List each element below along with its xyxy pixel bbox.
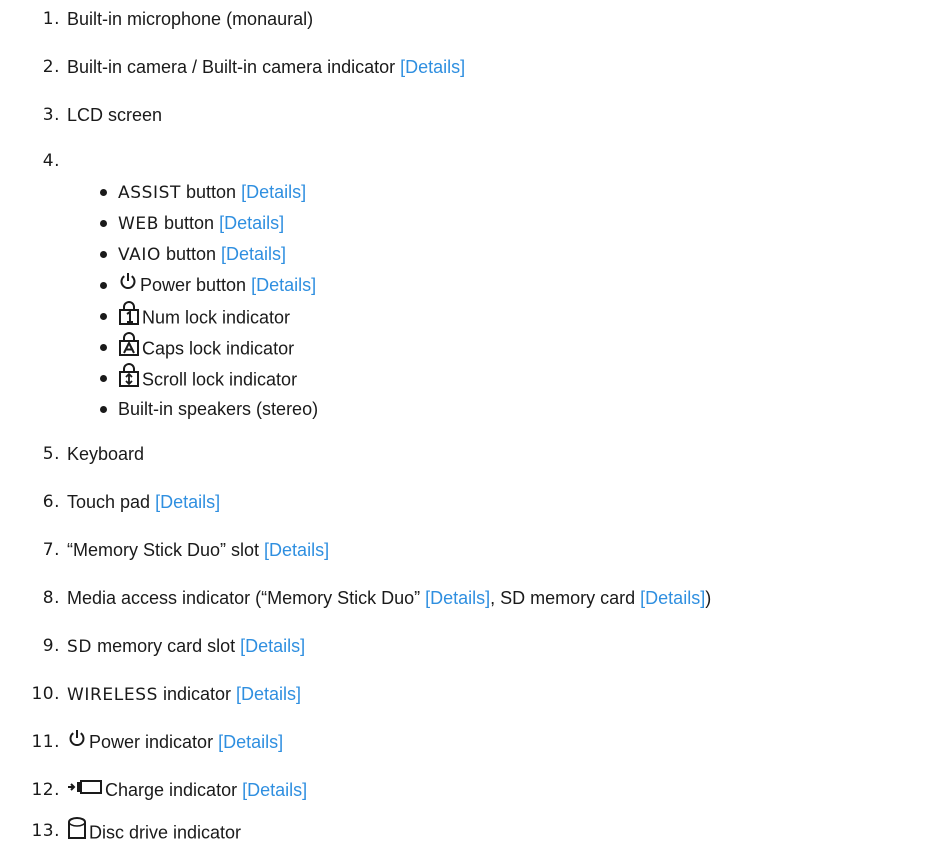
details-link[interactable]: [Details] [264,540,329,560]
details-link[interactable]: [Details] [241,182,306,202]
item-text: Built-in camera / Built-in camera indica… [67,57,401,77]
details-link[interactable]: [Details] [425,588,490,608]
list-item: 13. Disc drive indicator [0,816,951,847]
item-number: 4. [42,151,60,171]
bullet [100,251,107,258]
item-text: Num lock indicator [142,307,291,328]
details-link[interactable]: [Details] [218,732,283,752]
num-lock-icon [118,301,140,332]
item-text: Keyboard [67,444,145,464]
item-text: “Memory Stick Duo” slot [67,540,265,560]
bullet [100,375,107,382]
item-number: 8. [42,588,60,608]
button-name: VAIO [118,245,161,265]
item-text: WIRELESS [67,685,158,705]
item-number: 7. [42,540,60,560]
item-text: button [159,213,220,233]
item-number: 2. [42,57,60,77]
item-number: 5. [42,444,60,464]
item-number: 13. [31,821,60,841]
sub-list-item: WEB button [Details] [0,210,951,236]
details-link[interactable]: [Details] [640,588,705,608]
power-icon [67,728,87,755]
bullet [100,189,107,196]
item-text: SD [67,637,93,657]
bullet [100,282,107,289]
item-text: , SD memory card [490,588,641,608]
power-icon [118,271,138,298]
list-item: 10. WIRELESS indicator [Details] [0,681,951,707]
item-text: Disc drive indicator [89,822,242,843]
disc-drive-icon [67,816,87,847]
details-link[interactable]: [Details] [221,244,286,264]
item-number: 1. [42,9,60,29]
scroll-lock-icon [118,363,140,394]
item-number: 11. [31,732,60,752]
details-link[interactable]: [Details] [400,57,465,77]
item-text: Media access indicator (“Memory Stick Du… [67,588,426,608]
sub-list-item: VAIO button [Details] [0,241,951,267]
sub-list-item: Built-in speakers (stereo) [0,396,951,422]
list-item: 4. [0,148,951,174]
bullet [100,344,107,351]
item-text: Caps lock indicator [142,338,295,359]
list-item: 6. Touch pad [Details] [0,489,951,515]
list-item: 5. Keyboard [0,441,951,467]
list-item: 1. Built-in microphone (monaural) [0,6,951,32]
item-text: Power button [140,275,252,295]
item-text: Built-in microphone (monaural) [67,9,314,29]
sub-list-item: Power button [Details] [0,272,951,298]
details-link[interactable]: [Details] [251,275,316,295]
button-name: WEB [118,214,160,234]
charge-icon [67,776,103,802]
sub-list-item: Scroll lock indicator [0,363,951,394]
list-item: 7. “Memory Stick Duo” slot [Details] [0,537,951,563]
list-item: 2. Built-in camera / Built-in camera ind… [0,54,951,80]
item-text: Built-in speakers (stereo) [118,399,319,419]
item-text: ) [705,588,712,608]
details-link[interactable]: [Details] [219,213,284,233]
item-text: memory card slot [92,636,241,656]
item-text: LCD screen [67,105,163,125]
list-item: 11. Power indicator [Details] [0,729,951,755]
bullet [100,406,107,413]
list-item: 12. Charge indicator [Details] [0,777,951,803]
item-text: Scroll lock indicator [142,369,298,390]
item-number: 6. [42,492,60,512]
sub-list-item: Caps lock indicator [0,332,951,363]
list-item: 3. LCD screen [0,102,951,128]
bullet [100,313,107,320]
item-number: 10. [31,684,60,704]
caps-lock-icon [118,332,140,363]
item-text: Power indicator [89,732,219,752]
item-number: 9. [42,636,60,656]
details-link[interactable]: [Details] [240,636,305,656]
item-text: button [160,244,222,264]
details-link[interactable]: [Details] [155,492,220,512]
item-text: Touch pad [67,492,156,512]
item-text: button [181,182,242,202]
bullet [100,220,107,227]
sub-list-item: Num lock indicator [0,301,951,332]
list-item: 9. SD memory card slot [Details] [0,633,951,659]
list-item: 8. Media access indicator (“Memory Stick… [0,585,951,611]
item-number: 12. [31,780,60,800]
sub-list-item: ASSIST button [Details] [0,179,951,205]
item-number: 3. [42,105,60,125]
button-name: ASSIST [118,183,182,203]
details-link[interactable]: [Details] [242,780,307,800]
item-text: Charge indicator [105,780,243,800]
item-text: indicator [157,684,237,704]
details-link[interactable]: [Details] [236,684,301,704]
